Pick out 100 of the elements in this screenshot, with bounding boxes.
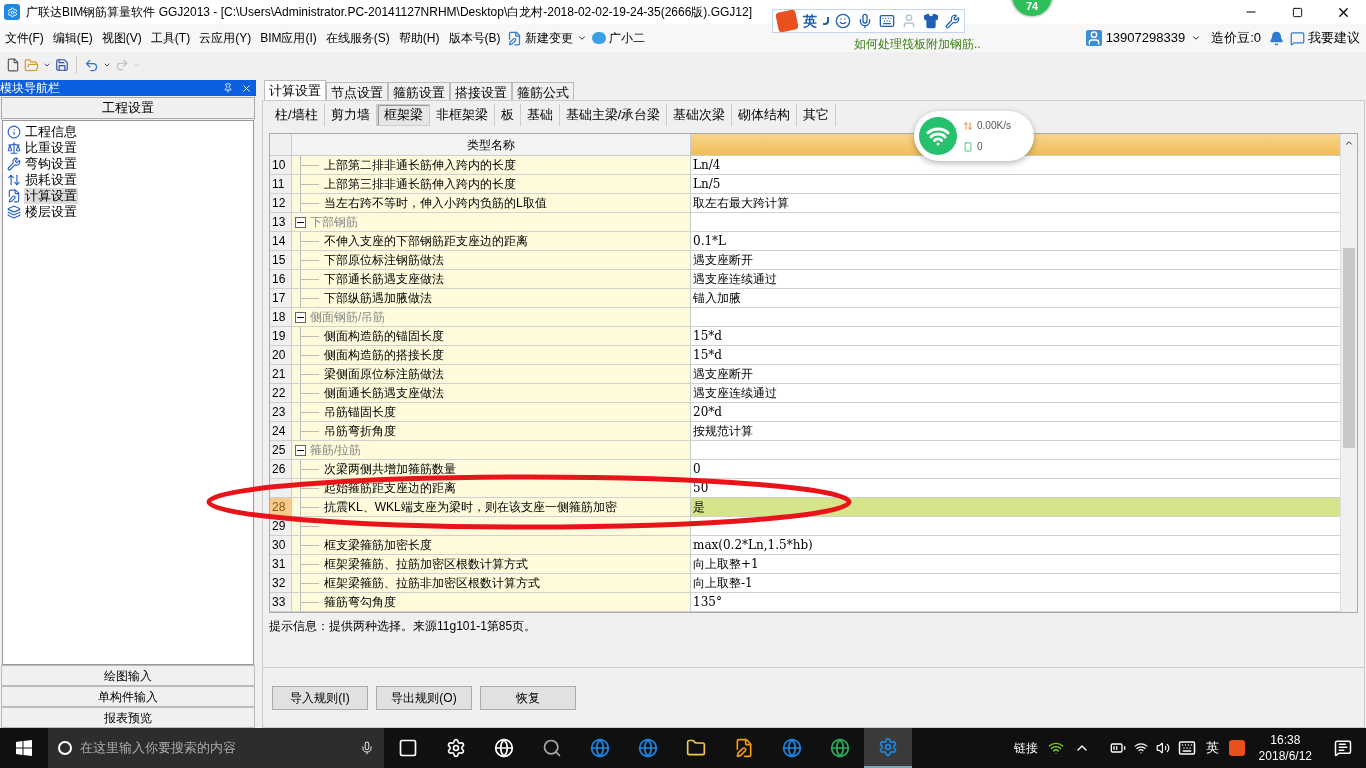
menu-item[interactable]: 工具(T) [146,27,195,49]
collapse-toggle[interactable] [295,216,306,228]
category-tab[interactable]: 框架梁 [376,104,430,126]
setting-name: 侧面构造筋的搭接长度 [324,347,444,364]
scrollbar[interactable] [1340,134,1357,612]
row-number: 28 [270,498,292,516]
group-label: 侧面钢筋/吊筋 [310,309,386,326]
category-tab[interactable]: 板 [494,104,521,126]
menu-item[interactable]: 文件(F) [0,27,48,49]
network-icon[interactable] [1133,741,1148,755]
rule-button[interactable]: 导入规则(I) [272,685,368,710]
nav-item-icon [7,205,21,219]
feedback-icon [1290,30,1305,46]
setting-name: 箍筋弯勾角度 [324,594,396,611]
input-mode-toggle[interactable]: 英 [803,10,817,32]
menu-item[interactable]: 云应用(Y) [195,27,256,49]
menu-item[interactable]: 编辑(E) [48,27,97,49]
feedback-button[interactable]: 我要建议 [1308,28,1360,48]
row-number: 32 [270,574,292,592]
section-button[interactable]: 工程设置 [1,97,255,119]
pin-icon[interactable] [223,83,233,93]
category-tab[interactable]: 其它 [797,104,837,126]
category-tab[interactable]: 剪力墙 [324,104,377,126]
category-tab[interactable]: 砌体结构 [732,104,798,126]
mic-icon[interactable] [857,13,873,29]
category-tab[interactable]: 基础次梁 [667,104,733,126]
nav-item[interactable]: 比重设置 [24,140,78,156]
new-file-icon[interactable] [6,58,20,72]
menu-item[interactable]: 版本号(B) [444,27,505,49]
category-tab[interactable]: 基础主梁/承台梁 [559,104,668,126]
keyboard-icon[interactable] [879,13,895,29]
input-mode[interactable]: 英 [1205,738,1219,758]
setting-name: 框支梁箍筋加密长度 [324,537,432,554]
nav-item-icon [7,157,21,171]
rule-button[interactable]: 恢复 [480,685,576,710]
module-button[interactable]: 报表预览 [1,707,255,728]
module-button[interactable]: 绘图输入 [1,665,255,686]
menu-item[interactable]: 帮助(H) [394,27,444,49]
clock[interactable]: 16:38 2018/6/12 [1258,732,1312,764]
notification-icon[interactable] [1334,739,1352,757]
emoji-icon[interactable] [835,13,851,29]
row-number: 24 [270,422,292,440]
row-number: 14 [270,232,292,250]
bell-icon[interactable] [1269,30,1284,46]
punctuation-icon[interactable] [823,17,829,25]
nav-item[interactable]: 楼层设置 [24,204,78,220]
collapse-toggle[interactable] [295,444,306,456]
settings-tab[interactable]: 箍筋设置 [388,82,450,100]
link-label[interactable]: 链接 [1013,739,1038,757]
account-menu[interactable]: 13907298339 [1105,28,1202,48]
new-change-menu[interactable]: 新建变更 [522,29,590,47]
maximize-icon [1291,6,1303,18]
undo-icon[interactable] [84,57,99,73]
caret-icon[interactable] [43,61,51,69]
module-button[interactable]: 单构件输入 [1,686,255,707]
nav-item-icon [7,125,21,139]
nav-item[interactable]: 弯钩设置 [24,156,78,172]
caret-icon [577,33,587,43]
save-icon[interactable] [55,58,69,72]
windows-logo-icon [16,740,32,756]
nav-item[interactable]: 计算设置 [24,188,78,204]
mic-icon [360,741,374,755]
menu-item[interactable]: 在线服务(S) [321,27,394,49]
setting-value[interactable]: 是 [691,498,1340,516]
active-app-icon[interactable] [864,728,912,768]
caret-icon[interactable] [103,61,111,69]
category-tab[interactable]: 非框架梁 [429,104,495,126]
close-icon[interactable] [241,82,252,94]
setting-name: 框架梁箍筋、拉筋加密区根数计算方式 [324,556,528,573]
settings-tab[interactable]: 箍筋公式 [512,82,574,100]
column-header: 类型名称 [292,134,691,156]
row-number: 26 [270,460,292,478]
shirt-icon[interactable] [923,13,939,29]
menu-item[interactable]: BIM应用(I) [256,27,321,49]
settings-tab[interactable]: 节点设置 [326,82,388,100]
group-label: 箍筋/拉筋 [310,442,362,459]
battery-icon[interactable] [1109,740,1126,756]
setting-name: 上部第二排非通长筋伸入跨内的长度 [324,157,516,174]
taskbar-search-field[interactable]: 在这里输入你要搜索的内容 [48,728,384,768]
news-ticker[interactable]: 如何处理筏板附加钢筋.. [854,35,981,53]
scroll-up-icon[interactable] [1344,138,1354,148]
row-number: 20 [270,346,292,364]
nav-item[interactable]: 工程信息 [24,124,78,140]
settings-tab[interactable]: 计算设置 [264,80,326,100]
setting-name: 框架梁箍筋、拉筋非加密区根数计算方式 [324,575,540,592]
row-number: 11 [270,175,292,193]
category-tab[interactable]: 基础 [520,104,560,126]
wifi-icon[interactable] [1047,740,1064,756]
volume-icon[interactable] [1155,741,1170,755]
keyboard-icon[interactable] [1177,739,1196,757]
menu-item[interactable]: 视图(V) [97,27,146,49]
wifi-icon [919,117,957,155]
hint-text: 提示信息：提供两种选择。来源11g101-1第85页。 [269,618,538,635]
category-tab[interactable]: 柱/墙柱 [269,104,325,126]
nav-item[interactable]: 损耗设置 [24,172,78,188]
assistant-button[interactable]: 广小二 [606,29,648,47]
rule-button[interactable]: 导出规则(O) [376,685,472,710]
settings-tab[interactable]: 搭接设置 [450,82,512,100]
collapse-toggle[interactable] [295,311,306,323]
wrench-icon[interactable] [945,13,960,29]
